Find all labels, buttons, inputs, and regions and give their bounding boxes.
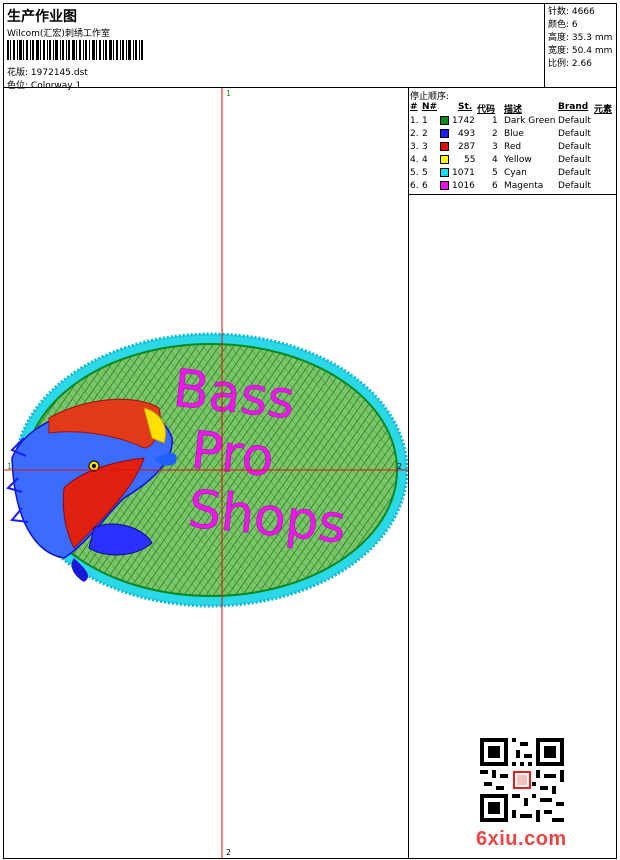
color-count: 6 (571, 20, 578, 30)
col-header-num: # (410, 102, 418, 112)
col-header-code: 代码 (477, 105, 496, 115)
col-header-desc: 描述 (504, 105, 523, 115)
axis-label-bottom: 2 (226, 848, 231, 857)
axis-label-top: 1 (226, 89, 231, 98)
width-row: 宽度: 50.4 mm (548, 46, 613, 56)
qr-code (480, 738, 564, 822)
axis-label-left: 1 (7, 462, 12, 471)
axis-label-right: 2 (397, 462, 402, 471)
table-row: 3. 3 287 3 Red Default (410, 142, 591, 152)
color-swatch (440, 129, 449, 138)
design-file-row: 花版: 1972145.dst (7, 65, 88, 78)
table-bottom-divider (408, 194, 617, 195)
stitch-count: 4666 (571, 7, 595, 17)
design-text-bass: Bass (170, 359, 297, 431)
ratio-row: 比例: 2.66 (548, 59, 592, 69)
color-count-row: 颜色: 6 (548, 20, 578, 30)
col-header-needle: N# (422, 102, 438, 112)
col-header-brand: Brand (558, 102, 589, 112)
color-swatch (440, 116, 449, 125)
color-swatch (440, 168, 449, 177)
height-row: 高度: 35.3 mm (548, 33, 613, 43)
design-file-name: 1972145.dst (30, 68, 88, 78)
watermark-logo: 6xiu.com (476, 828, 567, 850)
table-row: 2. 2 493 2 Blue Default (410, 129, 591, 139)
col-header-stitches: St. (458, 102, 473, 112)
table-row: 5. 5 1071 5 Cyan Default (410, 168, 591, 178)
color-swatch (440, 142, 449, 151)
stop-sequence-title: 停止顺序: (410, 92, 450, 102)
design-stats: 针数: 4666 颜色: 6 高度: 35.3 mm 宽度: 50.4 mm 比… (548, 6, 612, 71)
table-row: 4. 4 55 4 Yellow Default (410, 155, 591, 165)
col-header-element: 元素 (594, 105, 613, 115)
height-value: 35.3 mm (571, 33, 613, 43)
stitch-count-row: 针数: 4666 (548, 7, 595, 17)
barcode (7, 40, 143, 60)
design-text-pro: Pro (188, 421, 276, 489)
header: 生产作业图 Wilcom(汇宏)刺绣工作室 花版: 1972145.dst 色位… (4, 4, 544, 91)
color-swatch (440, 181, 449, 190)
header-divider (544, 3, 545, 88)
table-row: 1. 1 1742 1 Dark Green Default (410, 116, 591, 126)
preview-divider (408, 88, 409, 858)
table-row: 6. 6 1016 6 Magenta Default (410, 181, 591, 191)
design-label: 花版: (7, 68, 29, 78)
ratio-value: 2.66 (571, 59, 592, 69)
design-preview: Bass Pro Shops 1 2 1 2 (4, 88, 408, 858)
width-value: 50.4 mm (571, 46, 613, 56)
color-swatch (440, 155, 449, 164)
page-title: 生产作业图 (7, 9, 77, 25)
company-name: Wilcom(汇宏)刺绣工作室 (7, 29, 110, 39)
